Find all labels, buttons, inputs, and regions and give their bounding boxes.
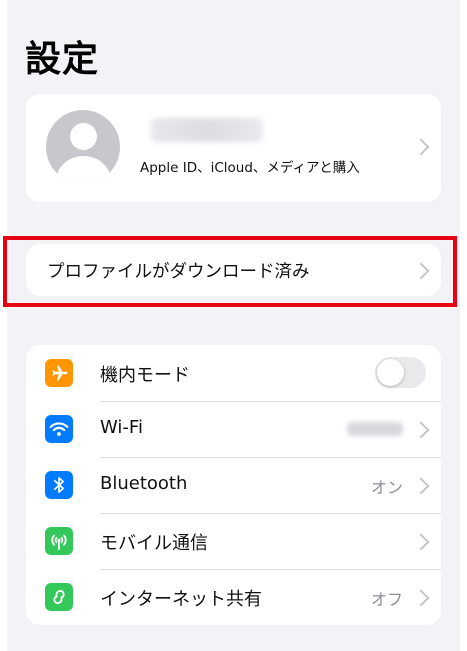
page-title: 設定 xyxy=(25,39,100,80)
bluetooth-status: オン xyxy=(370,478,403,497)
avatar xyxy=(46,110,120,184)
personal-hotspot-icon xyxy=(45,583,73,611)
personal-hotspot-label: インターネット共有 xyxy=(100,589,262,610)
personal-hotspot-status: オフ xyxy=(370,590,403,609)
mobile-data-label: モバイル通信 xyxy=(100,533,208,554)
wifi-icon xyxy=(45,415,73,443)
wifi-network-name-blurred xyxy=(347,422,403,436)
settings-row-airplane-mode[interactable]: 機内モード xyxy=(26,345,441,401)
apple-id-subtitle: Apple ID、iCloud、メディアと購入 xyxy=(140,160,360,176)
airplane-mode-toggle[interactable] xyxy=(375,357,426,388)
settings-row-mobile-data[interactable]: モバイル通信 xyxy=(26,513,441,569)
chevron-right-icon xyxy=(412,589,430,607)
bluetooth-label: Bluetooth xyxy=(100,473,188,494)
user-name-blurred xyxy=(151,118,263,142)
chevron-right-icon xyxy=(412,477,430,495)
apple-id-card[interactable]: Apple ID、iCloud、メディアと購入 xyxy=(26,94,441,202)
settings-row-bluetooth[interactable]: Bluetooth オン xyxy=(26,457,441,513)
airplane-mode-label: 機内モード xyxy=(100,365,190,386)
highlight-annotation-box xyxy=(3,236,457,307)
settings-row-wifi[interactable]: Wi-Fi xyxy=(26,401,441,457)
airplane-icon xyxy=(45,359,73,387)
connectivity-settings-group: 機内モード Wi-Fi Bluetooth オン モバイル通信 インターネット共… xyxy=(26,345,441,625)
chevron-right-icon xyxy=(412,533,430,551)
settings-row-personal-hotspot[interactable]: インターネット共有 オフ xyxy=(26,569,441,625)
wifi-label: Wi-Fi xyxy=(100,417,143,438)
settings-screen: 設定 Apple ID、iCloud、メディアと購入 プロファイルがダウンロード… xyxy=(7,0,460,651)
bluetooth-icon xyxy=(45,471,73,499)
chevron-right-icon xyxy=(412,138,430,156)
antenna-icon xyxy=(45,527,73,555)
chevron-right-icon xyxy=(412,421,430,439)
